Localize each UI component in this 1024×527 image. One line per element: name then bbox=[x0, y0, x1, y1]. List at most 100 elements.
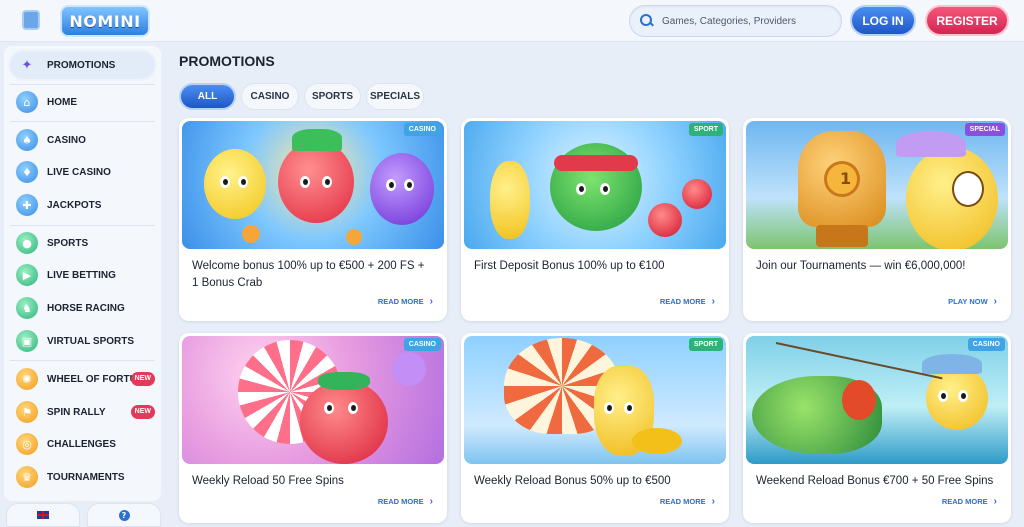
chevron-right-icon: › bbox=[993, 296, 997, 307]
divider bbox=[10, 360, 155, 361]
promo-title: Weekly Reload Bonus 50% up to €500 bbox=[474, 475, 671, 487]
divider bbox=[10, 84, 155, 85]
new-badge: NEW bbox=[130, 372, 155, 386]
sidebar-item-label: CHALLENGES bbox=[47, 438, 116, 450]
sidebar-item-label: SPORTS bbox=[47, 237, 89, 249]
promo-image bbox=[182, 121, 444, 249]
sidebar-toggle-icon[interactable] bbox=[22, 10, 40, 30]
tab-sports[interactable]: SPORTS bbox=[304, 83, 361, 110]
top-bar: NOMINI Games, Categories, Providers LOG … bbox=[0, 0, 1024, 42]
promo-card[interactable]: 1 SPECIAL Join our Tournaments — win €6,… bbox=[743, 118, 1011, 321]
sidebar-item-jackpots[interactable]: ✚ JACKPOTS bbox=[10, 191, 155, 219]
promo-image bbox=[182, 336, 444, 464]
promo-title: Weekly Reload 50 Free Spins bbox=[192, 475, 344, 487]
sidebar-item-label: SPIN RALLY bbox=[47, 406, 106, 418]
chevron-right-icon: › bbox=[993, 496, 997, 507]
register-button[interactable]: REGISTER bbox=[925, 5, 1009, 36]
sidebar-item-home[interactable]: ⌂ HOME bbox=[10, 88, 155, 116]
tab-all[interactable]: ALL bbox=[179, 83, 236, 110]
link-label: READ MORE bbox=[659, 497, 706, 506]
sidebar-item-live-casino[interactable]: ♦ LIVE CASINO bbox=[10, 158, 155, 186]
chevron-right-icon: › bbox=[711, 296, 715, 307]
promo-card[interactable]: SPORT First Deposit Bonus 100% up to €10… bbox=[461, 118, 729, 321]
live-casino-icon: ♦ bbox=[16, 161, 38, 183]
sidebar-item-spin-rally[interactable]: ⚑ SPIN RALLY NEW bbox=[10, 398, 155, 426]
category-tag: CASINO bbox=[403, 338, 441, 351]
chevron-right-icon: › bbox=[429, 496, 433, 507]
search-input[interactable]: Games, Categories, Providers bbox=[629, 5, 842, 37]
sidebar-item-sports[interactable]: ● SPORTS bbox=[10, 229, 155, 257]
promo-title: Welcome bonus 100% up to €500 + 200 FS +… bbox=[192, 260, 425, 289]
sidebar-item-label: JACKPOTS bbox=[47, 199, 102, 211]
sidebar-item-label: CASINO bbox=[47, 134, 86, 146]
gift-icon: ✦ bbox=[21, 57, 33, 73]
sidebar: ✦ PROMOTIONS ⌂ HOME ♠ CASINO ♦ LIVE CASI… bbox=[4, 46, 161, 501]
sidebar-item-wheel-of-fortune[interactable]: ✺ WHEEL OF FORTUNE NEW bbox=[10, 365, 155, 393]
promo-card[interactable]: CASINO Welcome bonus 100% up to €500 + 2… bbox=[179, 118, 447, 321]
page-title: PROMOTIONS bbox=[179, 53, 275, 69]
promo-title: First Deposit Bonus 100% up to €100 bbox=[474, 260, 665, 272]
sidebar-item-label: LIVE BETTING bbox=[47, 269, 116, 281]
live-betting-icon: ▶ bbox=[16, 264, 38, 286]
read-more-link[interactable]: READ MORE › bbox=[378, 296, 433, 307]
sidebar-item-label: TOURNAMENTS bbox=[47, 471, 125, 483]
sidebar-item-label: HOME bbox=[47, 96, 77, 108]
tab-casino[interactable]: CASINO bbox=[241, 83, 299, 110]
divider bbox=[10, 225, 155, 226]
login-button[interactable]: LOG IN bbox=[850, 5, 916, 36]
sidebar-item-virtual-sports[interactable]: ▣ VIRTUAL SPORTS bbox=[10, 327, 155, 355]
promo-image bbox=[464, 336, 726, 464]
sidebar-item-live-betting[interactable]: ▶ LIVE BETTING bbox=[10, 261, 155, 289]
sidebar-item-label: PROMOTIONS bbox=[47, 59, 116, 71]
promo-image bbox=[746, 336, 1008, 464]
spin-rally-icon: ⚑ bbox=[16, 401, 38, 423]
sidebar-item-casino[interactable]: ♠ CASINO bbox=[10, 126, 155, 154]
sidebar-item-label: VIRTUAL SPORTS bbox=[47, 335, 135, 347]
sidebar-item-horse-racing[interactable]: ♞ HORSE RACING bbox=[10, 294, 155, 322]
help-button[interactable]: ? bbox=[87, 503, 161, 527]
trophy-icon: ♛ bbox=[16, 466, 38, 488]
search-icon bbox=[640, 14, 654, 28]
logo[interactable]: NOMINI bbox=[60, 5, 150, 37]
link-label: PLAY NOW bbox=[948, 297, 988, 306]
virtual-sports-icon: ▣ bbox=[16, 330, 38, 352]
wheel-icon: ✺ bbox=[16, 368, 38, 390]
home-icon: ⌂ bbox=[16, 91, 38, 113]
chevron-right-icon: › bbox=[711, 496, 715, 507]
promo-image bbox=[464, 121, 726, 249]
promo-image: 1 bbox=[746, 121, 1008, 249]
category-tag: SPORT bbox=[688, 123, 723, 136]
category-tag: CASINO bbox=[967, 338, 1005, 351]
search-placeholder: Games, Categories, Providers bbox=[662, 15, 796, 27]
promo-card[interactable]: SPORT Weekly Reload Bonus 50% up to €500… bbox=[461, 333, 729, 523]
sidebar-item-promotions[interactable]: ✦ PROMOTIONS bbox=[10, 51, 155, 79]
promo-title: Weekend Reload Bonus €700 + 50 Free Spin… bbox=[756, 475, 994, 487]
promo-title: Join our Tournaments — win €6,000,000! bbox=[756, 260, 966, 272]
horse-icon: ♞ bbox=[16, 297, 38, 319]
read-more-link[interactable]: READ MORE › bbox=[660, 296, 715, 307]
chevron-right-icon: › bbox=[429, 296, 433, 307]
link-label: READ MORE bbox=[377, 497, 424, 506]
challenges-icon: ◎ bbox=[16, 433, 38, 455]
play-now-link[interactable]: PLAY NOW › bbox=[948, 296, 997, 307]
promo-card[interactable]: CASINO Weekend Reload Bonus €700 + 50 Fr… bbox=[743, 333, 1011, 523]
link-label: READ MORE bbox=[377, 297, 424, 306]
sidebar-item-label: HORSE RACING bbox=[47, 302, 125, 314]
new-badge: NEW bbox=[130, 405, 155, 419]
help-icon: ? bbox=[118, 509, 130, 521]
read-more-link[interactable]: READ MORE › bbox=[660, 496, 715, 507]
link-label: READ MORE bbox=[941, 497, 988, 506]
read-more-link[interactable]: READ MORE › bbox=[378, 496, 433, 507]
category-tag: CASINO bbox=[403, 123, 441, 136]
category-tag: SPECIAL bbox=[964, 123, 1005, 136]
link-label: READ MORE bbox=[659, 297, 706, 306]
jackpots-icon: ✚ bbox=[16, 194, 38, 216]
read-more-link[interactable]: READ MORE › bbox=[942, 496, 997, 507]
tab-specials[interactable]: SPECIALS bbox=[366, 83, 424, 110]
sidebar-item-tournaments[interactable]: ♛ TOURNAMENTS bbox=[10, 463, 155, 491]
promo-card[interactable]: CASINO Weekly Reload 50 Free Spins READ … bbox=[179, 333, 447, 523]
casino-icon: ♠ bbox=[16, 129, 38, 151]
sidebar-item-challenges[interactable]: ◎ CHALLENGES bbox=[10, 430, 155, 458]
language-button[interactable] bbox=[6, 503, 80, 527]
category-tag: SPORT bbox=[688, 338, 723, 351]
